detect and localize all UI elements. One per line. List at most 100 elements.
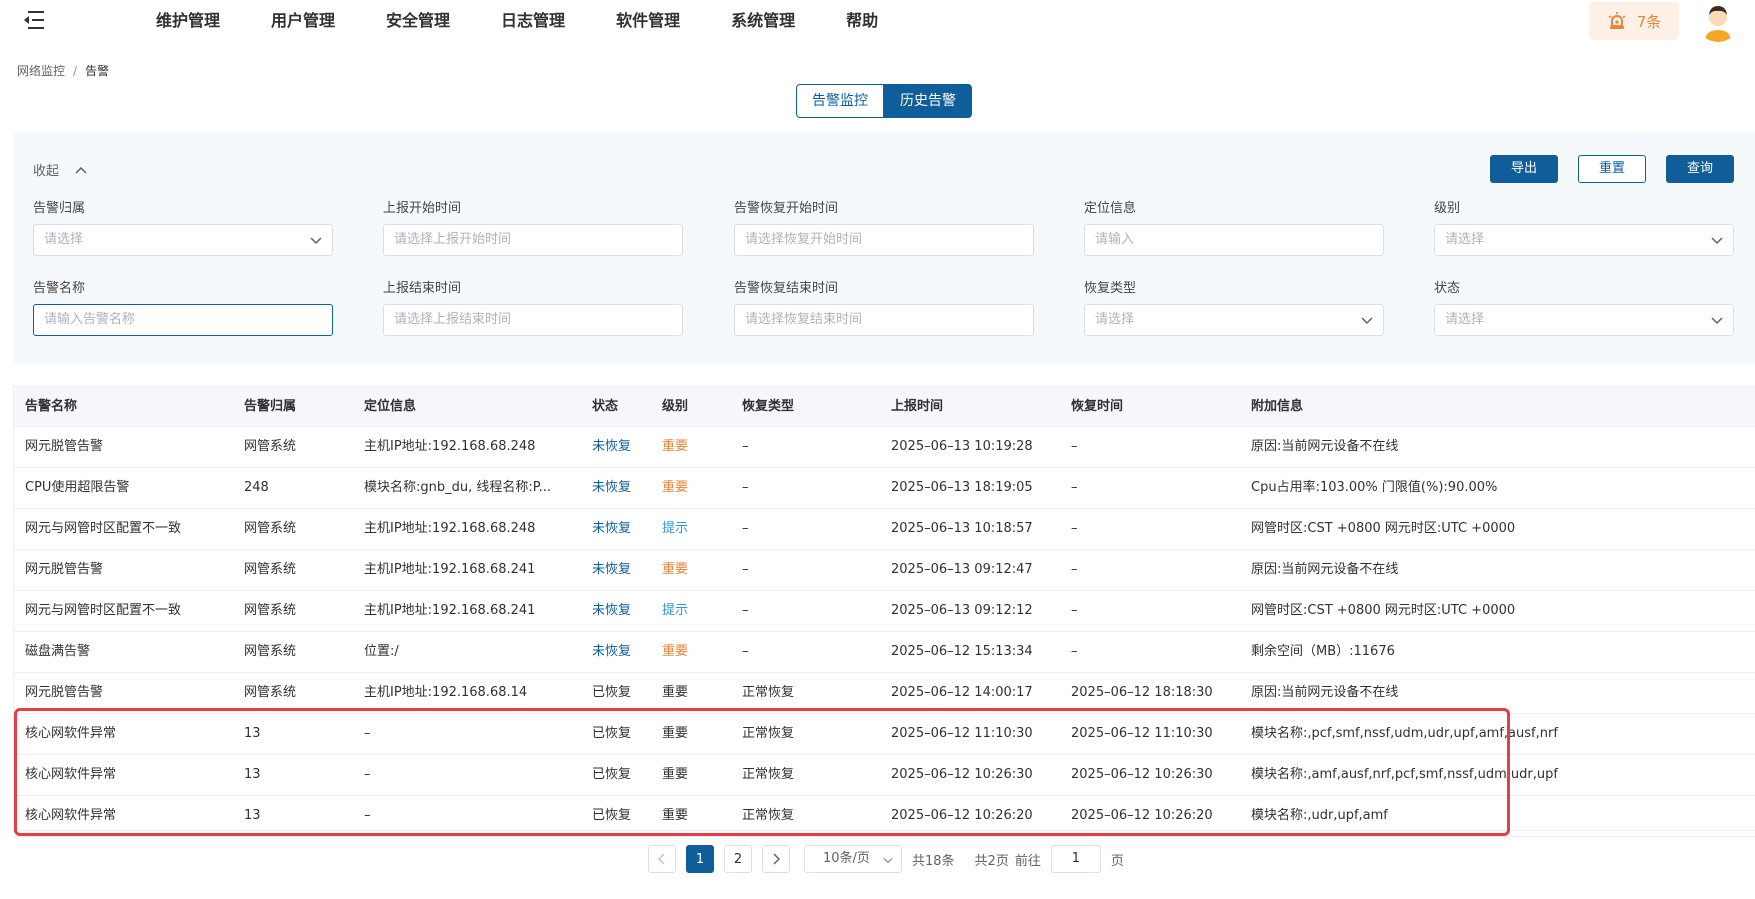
cell-location: 模块名称:gnb_du, 线程名称:P... [364,480,551,495]
chevron-right-icon [773,853,780,865]
cell-level: 重要 [662,439,689,454]
report-end-input[interactable]: 请选择上报结束时间 [383,304,683,336]
cell-level: 重要 [662,808,689,823]
cell-extra-info: 原因:当前网元设备不在线 [1251,562,1399,577]
report-start-input[interactable]: 请选择上报开始时间 [383,224,683,256]
cell-alarm-name: 网元与网管时区配置不一致 [25,521,182,536]
tab-alarm-history[interactable]: 历史告警 [884,84,972,118]
table-row[interactable]: 网元脱管告警 网管系统 主机IP地址:192.168.68.248 未恢复 重要 – 202… [14,427,1755,468]
table-header: 告警名称 告警归属 定位信息 状态 级别 恢复类型 上报时间 恢复时间 附加信息 [14,387,1755,427]
breadcrumb-parent[interactable]: 网络监控 [17,64,65,78]
recover-end-input[interactable]: 请选择恢复结束时间 [734,304,1034,336]
menu-toggle-icon[interactable] [22,9,46,31]
cell-level: 重要 [662,726,689,741]
location-input[interactable]: 请输入 [1084,224,1384,256]
table-row[interactable]: 网元脱管告警 网管系统 主机IP地址:192.168.68.14 已恢复 重要 正常恢复 2… [14,673,1755,714]
level-select[interactable]: 请选择 [1434,224,1734,256]
cell-recover-time: – [1071,603,1078,618]
cell-extra-info: 模块名称:,amf,ausf,nrf,pcf,smf,nssf,udm,udr,… [1251,767,1558,782]
cell-alarm-name: 网元脱管告警 [25,562,104,577]
cell-recover-time: – [1071,439,1078,454]
alarm-owner-placeholder: 请选择 [44,232,84,247]
cell-alarm-owner: 网管系统 [244,644,297,659]
location-label: 定位信息 [1084,201,1137,216]
alarm-tab-group: 告警监控 历史告警 [796,84,972,118]
table-row[interactable]: 网元与网管时区配置不一致 网管系统 主机IP地址:192.168.68.248 未恢复… [14,509,1755,550]
report-end-placeholder: 请选择上报结束时间 [394,312,512,327]
location-placeholder: 请输入 [1095,232,1135,247]
recover-start-input[interactable]: 请选择恢复开始时间 [734,224,1034,256]
cell-recover-time: 2025–06–12 18:18:30 [1071,685,1213,700]
table-row[interactable]: 磁盘满告警 网管系统 位置:/ 未恢复 重要 – 2025–06–12 15:13:34 – 剩… [14,632,1755,673]
page-size-value: 10条/页 [823,851,870,866]
cell-status: 未恢复 [592,439,632,454]
alarm-owner-label: 告警归属 [33,201,86,216]
chevron-down-icon [310,237,322,245]
cell-alarm-owner: 网管系统 [244,521,297,536]
recover-end-placeholder: 请选择恢复结束时间 [745,312,863,327]
cell-recover-type: 正常恢复 [742,808,795,823]
table-row[interactable]: 核心网软件异常 13 – 已恢复 重要 正常恢复 2025–06–12 10:26:20 20… [14,796,1755,837]
cell-report-time: 2025–06–13 10:19:28 [891,439,1033,454]
cell-extra-info: 模块名称:,udr,upf,amf [1251,808,1388,823]
collapse-toggle[interactable]: 收起 [33,160,87,179]
cell-level: 重要 [662,767,689,782]
query-button[interactable]: 查询 [1666,155,1734,183]
alarm-badge[interactable]: 7条 [1589,2,1679,40]
collapse-label: 收起 [33,164,60,179]
report-end-label: 上报结束时间 [383,281,462,296]
table-row[interactable]: 核心网软件异常 13 – 已恢复 重要 正常恢复 2025–06–12 10:26:30 20… [14,755,1755,796]
total-pages: 共2页 [974,853,1009,869]
cell-alarm-owner: 13 [244,767,261,782]
cell-status: 未恢复 [592,480,632,495]
cell-level: 重要 [662,644,689,659]
nav-system[interactable]: 系统管理 [731,0,795,42]
alarm-owner-select[interactable]: 请选择 [33,224,333,256]
cell-extra-info: 原因:当前网元设备不在线 [1251,439,1399,454]
recover-type-select[interactable]: 请选择 [1084,304,1384,336]
filter-panel: 收起 导出 重置 查询 告警归属 请选择 上报开始时间 请选择上报开始时间 告警… [13,132,1755,364]
nav-software[interactable]: 软件管理 [616,0,680,42]
table-row[interactable]: 网元脱管告警 网管系统 主机IP地址:192.168.68.241 未恢复 重要 – 202… [14,550,1755,591]
nav-security[interactable]: 安全管理 [386,0,450,42]
page-2-button[interactable]: 2 [724,845,752,873]
cell-recover-type: – [742,562,749,577]
nav-logs[interactable]: 日志管理 [501,0,565,42]
export-button[interactable]: 导出 [1490,155,1558,183]
cell-location: 主机IP地址:192.168.68.248 [364,521,536,536]
table-body: 网元脱管告警 网管系统 主机IP地址:192.168.68.248 未恢复 重要 –202… [14,427,1755,837]
table-row[interactable]: CPU使用超限告警 248 模块名称:gnb_du, 线程名称:P... 未恢复 重要 –… [14,468,1755,509]
goto-page-input[interactable]: 1 [1050,845,1101,873]
alarm-count: 7条 [1636,12,1662,31]
cell-report-time: 2025–06–12 15:13:34 [891,644,1033,659]
nav-maintenance[interactable]: 维护管理 [156,0,220,42]
cell-extra-info: 模块名称:,pcf,smf,nssf,udm,udr,upf,amf,ausf,… [1251,726,1558,741]
page-size-select[interactable]: 10条/页 [804,845,902,873]
table-row[interactable]: 网元与网管时区配置不一致 网管系统 主机IP地址:192.168.68.241 未恢复… [14,591,1755,632]
chevron-down-icon [1711,317,1723,325]
nav-users[interactable]: 用户管理 [271,0,335,42]
table-row[interactable]: 核心网软件异常 13 – 已恢复 重要 正常恢复 2025–06–12 11:10:30 20… [14,714,1755,755]
alarm-name-input[interactable]: 请输入告警名称 [33,304,333,336]
user-avatar[interactable] [1697,0,1739,42]
level-label: 级别 [1434,201,1461,216]
next-page-button[interactable] [762,845,790,873]
cell-alarm-name: 核心网软件异常 [25,726,117,741]
reset-button[interactable]: 重置 [1578,155,1646,183]
prev-page-button[interactable] [648,845,676,873]
nav-help[interactable]: 帮助 [846,0,878,42]
cell-recover-type: – [742,603,749,618]
chevron-down-icon [1711,237,1723,245]
cell-alarm-name: 核心网软件异常 [25,767,117,782]
status-select[interactable]: 请选择 [1434,304,1734,336]
cell-recover-type: 正常恢复 [742,767,795,782]
cell-location: 主机IP地址:192.168.68.241 [364,562,536,577]
col-location: 定位信息 [364,399,417,414]
cell-report-time: 2025–06–12 10:26:20 [891,808,1033,823]
page-1-button[interactable]: 1 [686,845,714,873]
breadcrumb-separator: / [73,64,78,78]
cell-recover-time: – [1071,480,1078,495]
cell-recover-type: – [742,480,749,495]
tab-alarm-monitor[interactable]: 告警监控 [796,84,884,118]
user-avatar-icon [1705,6,1731,42]
